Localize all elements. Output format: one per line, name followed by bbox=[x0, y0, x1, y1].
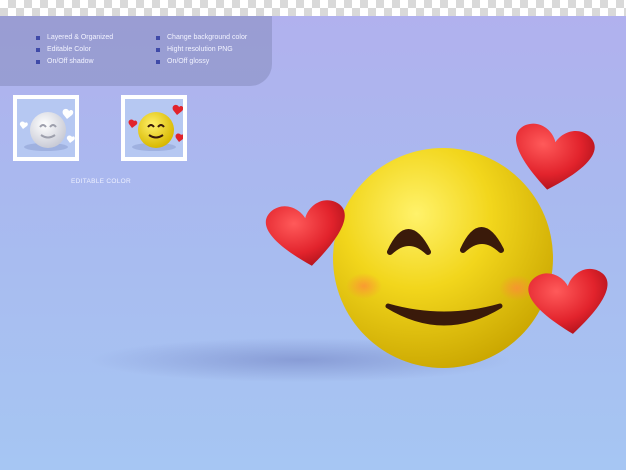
smiling-face-with-hearts-emoji bbox=[90, 123, 608, 382]
left-blush bbox=[346, 273, 382, 299]
preview-canvas: Layered & Organized Editable Color On/Of… bbox=[0, 16, 626, 470]
transparency-checker-strip bbox=[0, 0, 626, 16]
heart-bottom-right bbox=[528, 269, 608, 334]
emoji-face bbox=[333, 148, 553, 368]
